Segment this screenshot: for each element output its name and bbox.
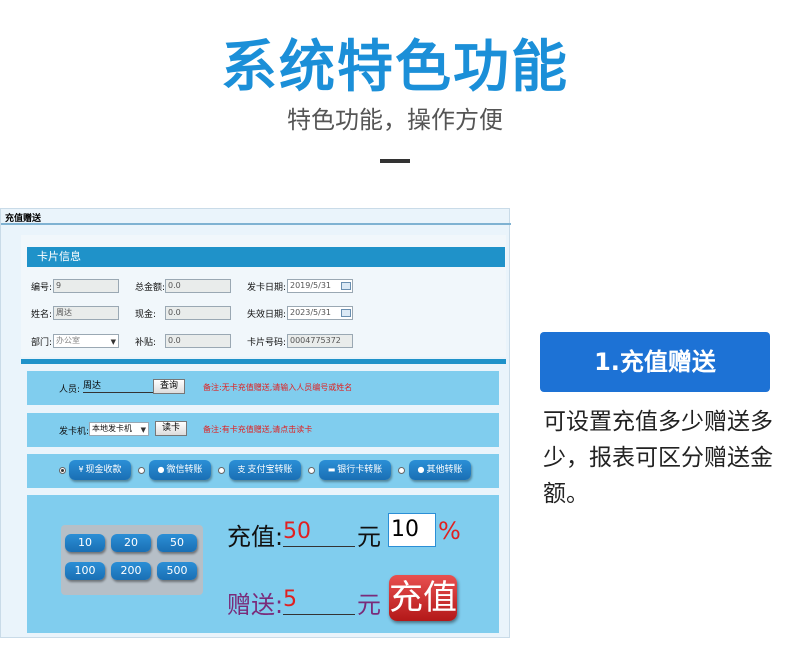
charge-button[interactable]: 充值 <box>389 575 457 621</box>
titlebar-divider <box>1 223 511 225</box>
person-label: 人员: <box>59 385 81 395</box>
reader-note: 备注:有卡充值赠送,请点击读卡 <box>203 425 313 434</box>
payment-wechat-button[interactable]: ● 微信转账 <box>149 460 211 480</box>
number-label: 编号: <box>31 283 53 293</box>
reader-select[interactable]: 本地发卡机 ▼ <box>89 422 149 436</box>
yen-icon: ¥ <box>78 465 84 474</box>
issue-date-label: 发卡日期: <box>247 283 287 293</box>
gift-unit: 元 <box>357 591 381 619</box>
recharge-unit: 元 <box>357 523 381 551</box>
payment-wechat-label: 微信转账 <box>166 465 203 475</box>
total-amount-label: 总金额: <box>135 283 166 293</box>
person-note: 备注:无卡充值赠送,请输入人员编号或姓名 <box>203 383 353 392</box>
card-no-label: 卡片号码: <box>247 338 287 348</box>
payment-other-label: 其他转账 <box>426 465 463 475</box>
subsidy-label: 补贴: <box>135 338 157 348</box>
card-no-field[interactable]: 0004775372 <box>287 334 353 348</box>
gift-label: 赠送: <box>227 591 284 619</box>
chevron-down-icon: ▼ <box>110 338 116 346</box>
bank-card-icon: ▬ <box>327 465 336 474</box>
quick-amount-grid: 10 20 50 100 200 500 <box>61 525 203 595</box>
payment-other-button[interactable]: ● 其他转账 <box>409 460 471 480</box>
payment-alipay-label: 支付宝转账 <box>247 465 293 475</box>
amount-button-200[interactable]: 200 <box>111 562 151 580</box>
payment-radio-other[interactable] <box>398 467 405 474</box>
payment-bank-button[interactable]: ▬ 银行卡转账 <box>319 460 391 480</box>
reader-select-value: 本地发卡机 <box>92 424 132 433</box>
read-card-button[interactable]: 读卡 <box>155 421 187 436</box>
reader-row: 发卡机: 本地发卡机 ▼ 读卡 备注:有卡充值赠送,请点击读卡 <box>27 413 499 447</box>
calendar-icon[interactable] <box>341 309 351 317</box>
calendar-icon[interactable] <box>341 282 351 290</box>
payment-row: ¥ 现金收款 ● 微信转账 支支付宝转账 ▬ 银行卡转账 ● 其他转账 <box>27 454 499 488</box>
percent-input[interactable]: 10 <box>388 513 436 547</box>
feature-title: 1.充值赠送 <box>540 332 770 392</box>
amount-button-500[interactable]: 500 <box>157 562 197 580</box>
payment-alipay-button[interactable]: 支支付宝转账 <box>229 460 301 480</box>
gift-amount-input[interactable]: 5 <box>283 585 355 615</box>
number-field[interactable]: 9 <box>53 279 119 293</box>
page: 系统特色功能 特色功能，操作方便 充值赠送 卡片信息 编号: 9 总金额: 0.… <box>0 0 790 651</box>
app-window: 充值赠送 卡片信息 编号: 9 总金额: 0.0 发卡日期: 2019/5/31… <box>0 208 511 638</box>
card-info-panel: 卡片信息 编号: 9 总金额: 0.0 发卡日期: 2019/5/31 姓名: … <box>21 235 506 357</box>
feature-description: 可设置充值多少赠送多少，报表可区分赠送金额。 <box>543 409 773 507</box>
dept-label: 部门: <box>31 338 53 348</box>
recharge-label: 充值: <box>227 523 284 551</box>
expire-date-label: 失效日期: <box>247 310 287 320</box>
dept-select-value: 办公室 <box>56 336 80 345</box>
divider <box>380 159 410 163</box>
amount-panel: 10 20 50 100 200 500 充值: 50 元 10 % 赠送: 5… <box>27 495 499 633</box>
cash-field[interactable]: 0.0 <box>165 306 231 320</box>
page-title: 系统特色功能 <box>221 35 569 100</box>
person-input[interactable]: 周达 <box>83 381 153 393</box>
person-row: 人员: 周达 查询 备注:无卡充值赠送,请输入人员编号或姓名 <box>27 371 499 405</box>
name-field[interactable]: 周达 <box>53 306 119 320</box>
subsidy-field[interactable]: 0.0 <box>165 334 231 348</box>
other-icon: ● <box>417 465 425 474</box>
reader-label: 发卡机: <box>59 427 90 437</box>
payment-cash-button[interactable]: ¥ 现金收款 <box>69 460 131 480</box>
total-amount-field[interactable]: 0.0 <box>165 279 231 293</box>
card-info-heading: 卡片信息 <box>27 247 505 267</box>
payment-bank-label: 银行卡转账 <box>337 465 383 475</box>
dept-select[interactable]: 办公室 ▼ <box>53 334 119 348</box>
alipay-icon: 支 <box>237 465 246 474</box>
percent-sign: % <box>438 517 461 545</box>
page-subtitle: 特色功能，操作方便 <box>287 106 503 134</box>
wechat-icon: ● <box>157 465 165 474</box>
recharge-amount-input[interactable]: 50 <box>283 517 355 547</box>
amount-button-100[interactable]: 100 <box>65 562 105 580</box>
amount-button-50[interactable]: 50 <box>157 534 197 552</box>
payment-radio-wechat[interactable] <box>138 467 145 474</box>
query-button[interactable]: 查询 <box>153 379 185 394</box>
payment-cash-label: 现金收款 <box>85 465 122 475</box>
chevron-down-icon: ▼ <box>140 426 146 434</box>
section-divider <box>21 359 506 364</box>
amount-button-10[interactable]: 10 <box>65 534 105 552</box>
payment-radio-bank[interactable] <box>308 467 315 474</box>
name-label: 姓名: <box>31 310 53 320</box>
amount-button-20[interactable]: 20 <box>111 534 151 552</box>
cash-label: 现金: <box>135 310 157 320</box>
payment-radio-cash[interactable] <box>59 467 66 474</box>
payment-radio-alipay[interactable] <box>218 467 225 474</box>
